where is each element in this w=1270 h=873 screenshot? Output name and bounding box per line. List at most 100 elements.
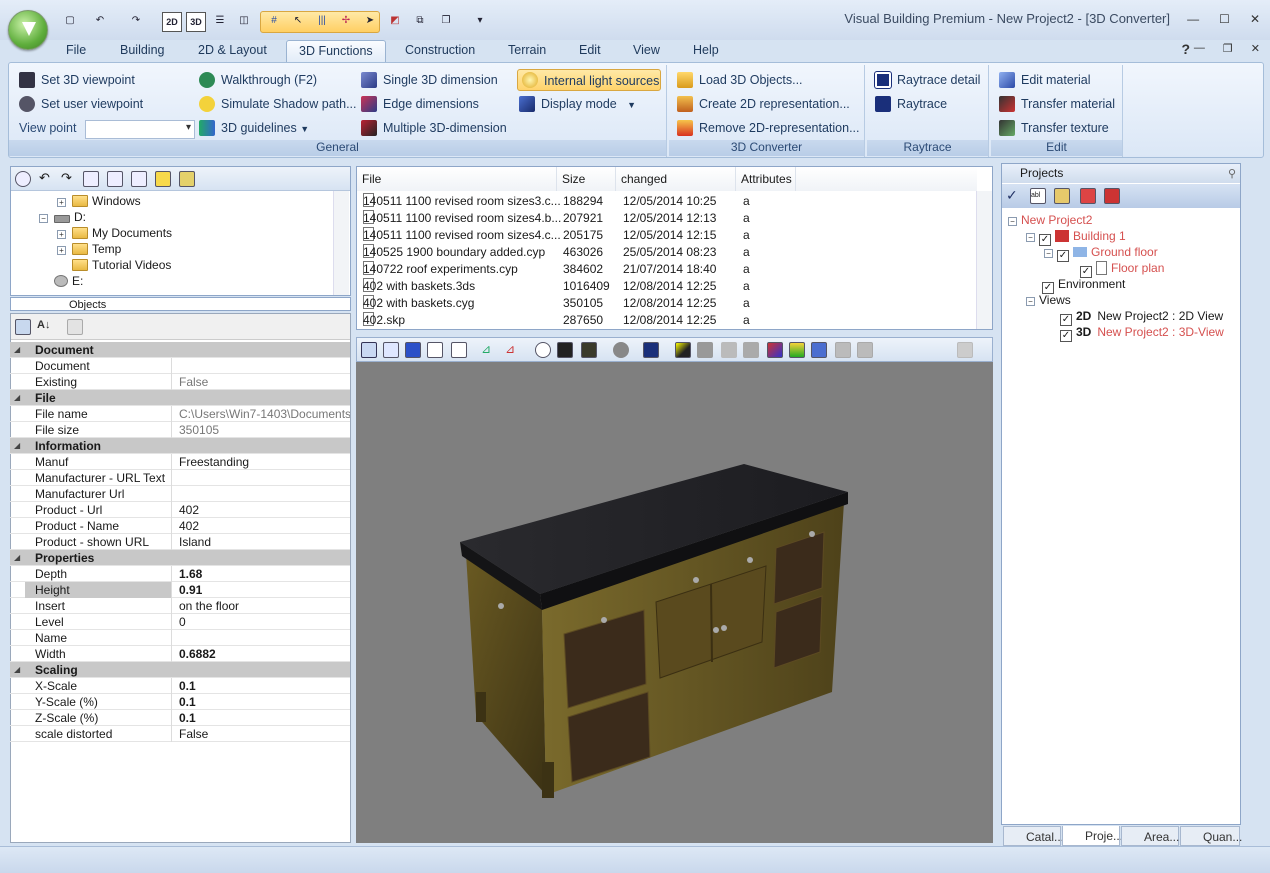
file-row[interactable]: 140511 1100 revised room sizes4.c... 2051…: [357, 227, 975, 244]
project-3d-view[interactable]: ✓ 3D New Project2 : 3D-View: [1060, 324, 1224, 342]
property-row[interactable]: File nameC:\Users\Win7-1403\Documents\Vi…: [10, 406, 350, 422]
thumbnail-icon[interactable]: [131, 171, 147, 187]
property-value[interactable]: 0.91: [175, 582, 350, 598]
tree-item-d-drive[interactable]: − D:: [39, 209, 86, 225]
file-row[interactable]: 402 with baskets.3ds 1016409 12/08/2014 12…: [357, 278, 975, 295]
alphabetical-icon[interactable]: A↓: [37, 319, 53, 335]
sphere2-icon[interactable]: [743, 342, 759, 358]
property-value[interactable]: Freestanding: [175, 454, 350, 470]
col-file[interactable]: File: [357, 167, 557, 191]
project-building[interactable]: − ✓ Building 1: [1026, 228, 1126, 246]
tab-3d-functions[interactable]: 3D Functions: [286, 40, 386, 62]
project-root[interactable]: − New Project2: [1008, 212, 1092, 228]
view-cube2-icon[interactable]: [383, 342, 399, 358]
tab-file[interactable]: File: [54, 40, 98, 62]
objects-strip[interactable]: Objects: [10, 297, 351, 311]
load-3d-objects-button[interactable]: Load 3D Objects...: [673, 69, 803, 91]
label-icon[interactable]: abl: [1030, 188, 1046, 204]
refresh-icon[interactable]: [15, 171, 31, 187]
tab-view[interactable]: View: [621, 40, 672, 62]
file-list-scrollbar[interactable]: [976, 191, 992, 329]
project-floor-plan[interactable]: ✓ Floor plan: [1080, 260, 1164, 278]
tree-item-temp[interactable]: + Temp: [57, 241, 121, 257]
walkthrough-button[interactable]: Walkthrough (F2): [195, 69, 317, 91]
property-value[interactable]: 1.68: [175, 566, 350, 582]
tab-terrain[interactable]: Terrain: [496, 40, 558, 62]
property-value[interactable]: 0.1: [175, 694, 350, 710]
display-mode-button[interactable]: Display mode ▼: [515, 93, 636, 115]
project-views[interactable]: − Views: [1026, 292, 1071, 308]
property-row[interactable]: Manufacturer Url: [10, 486, 350, 502]
tree-item-e-drive[interactable]: E:: [54, 273, 83, 289]
file-row[interactable]: 402 with baskets.cyg 350105 12/08/2014 12:…: [357, 295, 975, 312]
col-size[interactable]: Size: [557, 167, 616, 191]
edge-dimensions-button[interactable]: Edge dimensions: [357, 93, 479, 115]
tab-construction[interactable]: Construction: [393, 40, 487, 62]
property-value[interactable]: 402: [175, 518, 350, 534]
maximize-icon[interactable]: ☐: [1219, 12, 1230, 26]
3d-guidelines-button[interactable]: 3D guidelines ▼: [195, 117, 309, 139]
tab-2d-layout[interactable]: 2D & Layout: [186, 40, 279, 62]
property-row[interactable]: Width 0.6882: [10, 646, 350, 662]
property-category[interactable]: File: [10, 390, 350, 406]
col-changed[interactable]: changed: [616, 167, 736, 191]
grid-view-icon[interactable]: [107, 171, 123, 187]
project-2d-view[interactable]: ✓ 2D New Project2 : 2D View: [1060, 308, 1223, 326]
wire-cube2-icon[interactable]: [451, 342, 467, 358]
tree-item-tutorial-videos[interactable]: Tutorial Videos: [72, 257, 171, 273]
property-row[interactable]: Y-Scale (%) 0.1: [10, 694, 350, 710]
property-value[interactable]: 350105: [175, 422, 350, 438]
folder-up-icon[interactable]: [155, 171, 171, 187]
property-category[interactable]: Information: [10, 438, 350, 454]
light-icon[interactable]: [675, 342, 691, 358]
3d-viewport[interactable]: [356, 362, 993, 843]
property-row[interactable]: Depth 1.68: [10, 566, 350, 582]
mdi-restore-icon[interactable]: ❐: [1223, 42, 1233, 55]
property-category[interactable]: Scaling: [10, 662, 350, 678]
camera-folder-icon[interactable]: [179, 171, 195, 187]
forward-icon[interactable]: ↷: [61, 171, 77, 187]
raytrace-button[interactable]: Raytrace: [871, 93, 947, 115]
tree-item-windows[interactable]: + Windows: [57, 193, 141, 209]
create-2d-representation-button[interactable]: Create 2D representation...: [673, 93, 850, 115]
property-row[interactable]: Manuf Freestanding: [10, 454, 350, 470]
project-ground-floor[interactable]: − ✓ Ground floor: [1044, 244, 1158, 262]
property-value[interactable]: on the floor: [175, 598, 350, 614]
reset-icon[interactable]: [535, 342, 551, 358]
tab-building[interactable]: Building: [108, 40, 176, 62]
property-value[interactable]: 0.6882: [175, 646, 350, 662]
disabled-tool-icon[interactable]: [697, 342, 713, 358]
property-row[interactable]: Manufacturer - URL Text: [10, 470, 350, 486]
simulate-shadow-button[interactable]: Simulate Shadow path...: [195, 93, 357, 115]
cross-icon[interactable]: [767, 342, 783, 358]
tab-quantities[interactable]: Quan...: [1180, 826, 1242, 846]
settings-dropdown-icon[interactable]: [957, 342, 973, 358]
save-as-icon[interactable]: [581, 342, 597, 358]
tab-projects[interactable]: Proje...: [1062, 826, 1123, 846]
wire-cube-icon[interactable]: [427, 342, 443, 358]
tab-area[interactable]: Area...: [1121, 826, 1179, 846]
list-view-icon[interactable]: [83, 171, 99, 187]
property-value[interactable]: Island: [175, 534, 350, 550]
back-icon[interactable]: ↶: [39, 171, 55, 187]
property-row[interactable]: Name: [10, 630, 350, 646]
property-row[interactable]: Level 0: [10, 614, 350, 630]
property-row[interactable]: Product - Name 402: [10, 518, 350, 534]
shield-icon[interactable]: [789, 342, 805, 358]
delete-icon[interactable]: [1080, 188, 1096, 204]
remove-2d-representation-button[interactable]: Remove 2D-representation...: [673, 117, 860, 139]
internal-light-sources-button[interactable]: Internal light sources: [517, 69, 661, 91]
property-category[interactable]: Properties: [10, 550, 350, 566]
property-row[interactable]: File size 350105: [10, 422, 350, 438]
project-environment[interactable]: ✓ Environment: [1042, 276, 1125, 294]
property-row[interactable]: scale distorted False: [10, 726, 350, 742]
property-row[interactable]: X-Scale 0.1: [10, 678, 350, 694]
solid-cube-icon[interactable]: [405, 342, 421, 358]
axis2-icon[interactable]: ⊿: [505, 342, 521, 358]
property-row[interactable]: Existing False: [10, 374, 350, 390]
help-icon[interactable]: ?: [1181, 41, 1190, 57]
view-cube-icon[interactable]: [361, 342, 377, 358]
property-row[interactable]: Product - shown URL Island: [10, 534, 350, 550]
transfer-material-button[interactable]: Transfer material: [995, 93, 1115, 115]
pin-icon[interactable]: ⚲: [1228, 165, 1236, 183]
